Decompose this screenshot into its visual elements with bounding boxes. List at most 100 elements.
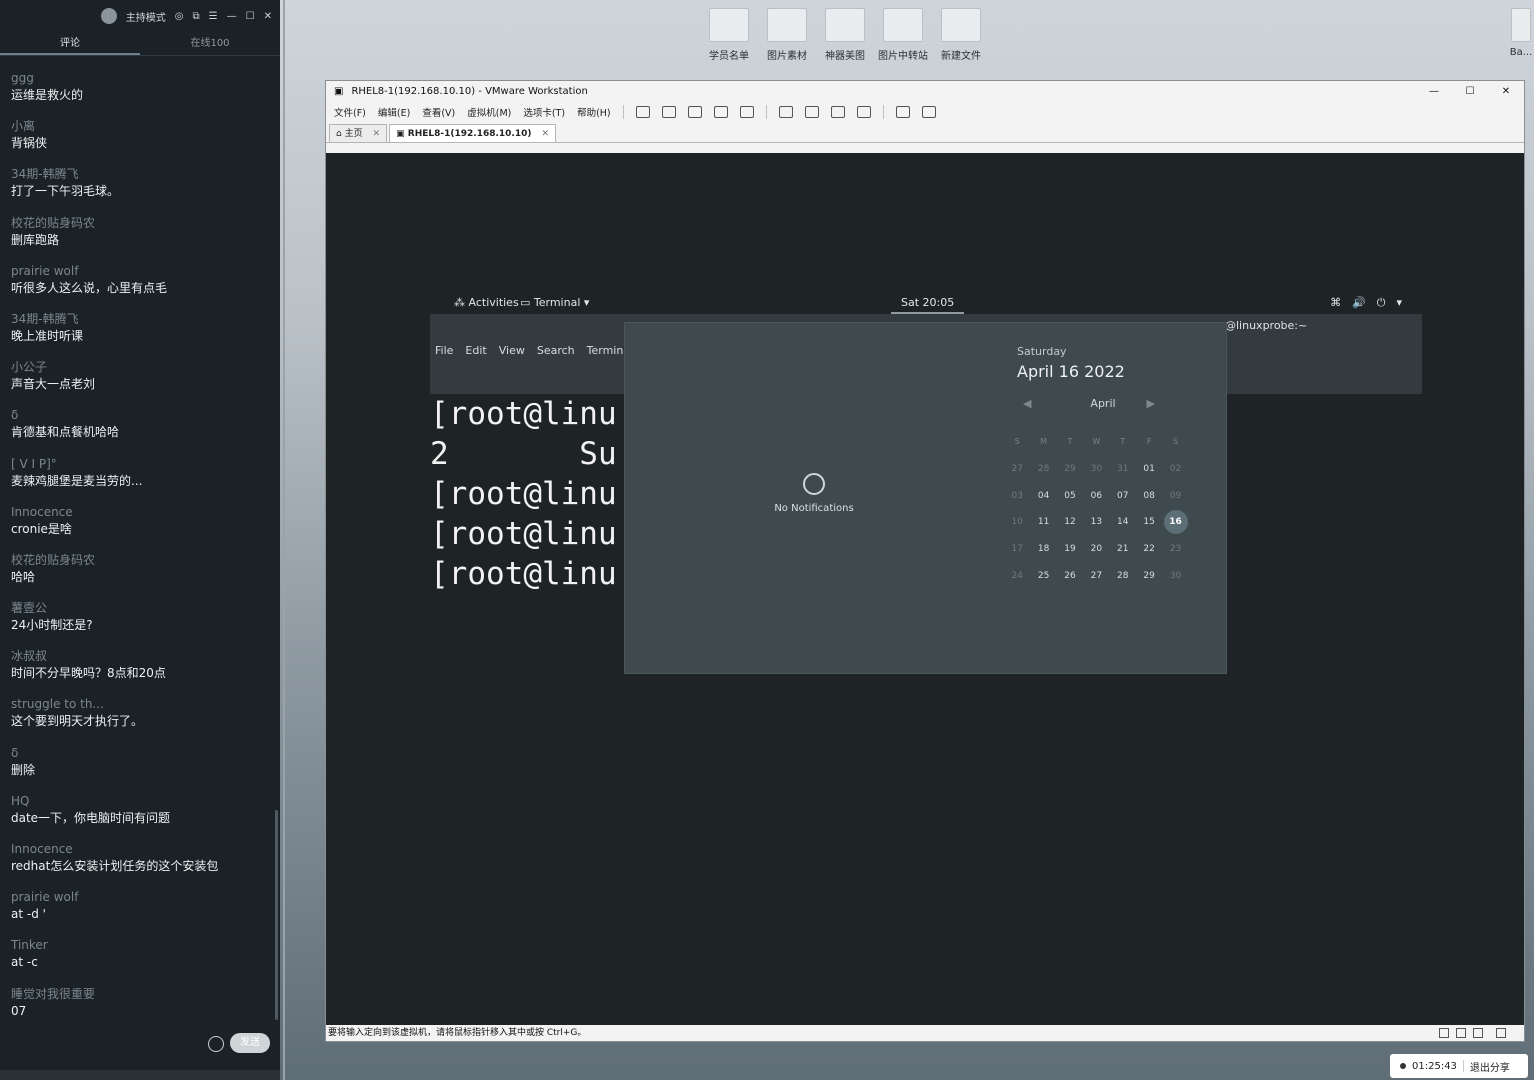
calendar-day[interactable]: 20	[1083, 536, 1109, 563]
send-button[interactable]: 发送	[230, 1033, 270, 1053]
send-keys-icon[interactable]	[661, 106, 676, 118]
menu-view[interactable]: 查看(V)	[422, 105, 455, 119]
clock-button[interactable]: Sat 20:05	[891, 296, 965, 314]
calendar-day[interactable]: 09	[1162, 483, 1188, 510]
calendar-day[interactable]: 12	[1057, 509, 1083, 536]
calendar-day[interactable]: 25	[1030, 563, 1056, 590]
close-icon[interactable]: ✕	[1488, 86, 1524, 97]
calendar-day[interactable]: 13	[1083, 509, 1109, 536]
calendar-day[interactable]: 01	[1136, 456, 1162, 483]
vmware-menubar: 文件(F) 编辑(E) 查看(V) 虚拟机(M) 选项卡(T) 帮助(H)	[326, 101, 1524, 123]
calendar-day[interactable]: 27	[1083, 563, 1109, 590]
calendar-day[interactable]: 24	[1004, 563, 1030, 590]
terminal-menu-edit[interactable]: Edit	[465, 344, 486, 357]
app-menu[interactable]: ▭ Terminal ▾	[520, 296, 589, 309]
calendar-day[interactable]: 30	[1162, 563, 1188, 590]
desktop-icon[interactable]: 图片素材	[758, 8, 816, 62]
thumbnail-view-icon[interactable]	[804, 106, 819, 118]
calendar-day[interactable]: 17	[1004, 536, 1030, 563]
menu-tabs[interactable]: 选项卡(T)	[523, 105, 565, 119]
calendar-date: April 16 2022	[1017, 362, 1125, 381]
vm-screen[interactable]: ⁂ Activities ▭ Terminal ▾ Sat 20:05 ⌘ 🔊 …	[326, 153, 1524, 1025]
calendar-day[interactable]: 04	[1030, 483, 1056, 510]
maximize-icon[interactable]: ☐	[1452, 86, 1488, 97]
fullscreen-icon[interactable]	[830, 106, 845, 118]
calendar-day[interactable]: 22	[1136, 536, 1162, 563]
console-icon[interactable]	[895, 106, 910, 118]
system-tray[interactable]: ⌘ 🔊 ⏻ ▾	[1330, 296, 1402, 310]
usb-icon[interactable]	[1473, 1028, 1483, 1038]
calendar-day[interactable]: 15	[1136, 509, 1162, 536]
calendar-popover: No Notifications Saturday April 16 2022 …	[624, 322, 1227, 674]
desktop-icon[interactable]: 图片中转站	[874, 8, 932, 62]
terminal-menu-view[interactable]: View	[499, 344, 525, 357]
settings-icon[interactable]: ◎	[175, 11, 184, 22]
calendar-day[interactable]: 27	[1004, 456, 1030, 483]
exit-share-button[interactable]: 退出分享	[1470, 1059, 1510, 1074]
desktop-icon[interactable]: 神器美图	[816, 8, 874, 62]
calendar-day[interactable]: 19	[1057, 536, 1083, 563]
calendar-day[interactable]: 23	[1162, 536, 1188, 563]
message-log-icon[interactable]	[1496, 1028, 1506, 1038]
activities-button[interactable]: ⁂ Activities	[454, 296, 519, 309]
calendar-day[interactable]: 07	[1110, 483, 1136, 510]
tab-vm[interactable]: ▣ RHEL8-1(192.168.10.10) ✕	[389, 124, 557, 142]
tab-close-icon[interactable]: ✕	[373, 129, 381, 139]
message-nick: prairie wolf	[11, 890, 79, 905]
tab-online[interactable]: 在线100	[140, 32, 280, 55]
chat-panel: 主持模式 ◎ ⧉ ☰ — ☐ ✕ 评论 在线100 ggg 运维是救火的 小离 背锅…	[0, 0, 280, 1080]
calendar-day[interactable]: 03	[1004, 483, 1030, 510]
terminal-menu-file[interactable]: File	[435, 344, 453, 357]
menu-help[interactable]: 帮助(H)	[577, 105, 611, 119]
unity-icon[interactable]	[856, 106, 871, 118]
library-view-icon[interactable]	[778, 106, 793, 118]
revert-snapshot-icon[interactable]	[713, 106, 728, 118]
calendar-day[interactable]: 16	[1162, 509, 1188, 536]
pause-icon[interactable]	[635, 106, 650, 118]
desktop-icon[interactable]: 新建文件	[932, 8, 990, 62]
calendar-day[interactable]: 28	[1030, 456, 1056, 483]
maximize-icon[interactable]: ☐	[246, 11, 255, 22]
calendar-day[interactable]: 29	[1136, 563, 1162, 590]
snapshot-icon[interactable]	[687, 106, 702, 118]
calendar-day[interactable]: 21	[1110, 536, 1136, 563]
calendar-day[interactable]: 26	[1057, 563, 1083, 590]
calendar-day[interactable]: 30	[1083, 456, 1109, 483]
close-icon[interactable]: ✕	[264, 11, 272, 22]
hdd-icon[interactable]	[1439, 1028, 1449, 1038]
calendar-weekday-header: S	[1014, 437, 1020, 446]
tab-close-icon[interactable]: ✕	[542, 129, 550, 139]
message-nick: 34期-韩腾飞	[11, 311, 79, 326]
menu-edit[interactable]: 编辑(E)	[378, 105, 410, 119]
network-adapter-icon[interactable]	[1456, 1028, 1466, 1038]
calendar-day[interactable]: 18	[1030, 536, 1056, 563]
desktop-icon[interactable]: 学员名单	[700, 8, 758, 62]
tab-home[interactable]: ⌂ 主页 ✕	[329, 124, 388, 142]
menu-vm[interactable]: 虚拟机(M)	[467, 105, 511, 119]
minimize-icon[interactable]: —	[227, 11, 237, 22]
desktop-icon[interactable]: Ba...	[1508, 8, 1534, 58]
calendar-day[interactable]: 29	[1057, 456, 1083, 483]
terminal-menu-search[interactable]: Search	[537, 344, 575, 357]
calendar-day[interactable]: 02	[1162, 456, 1188, 483]
calendar-day[interactable]: 28	[1110, 563, 1136, 590]
menu-file[interactable]: 文件(F)	[334, 105, 366, 119]
chevron-right-icon[interactable]: ▶	[1147, 397, 1155, 410]
tab-comments[interactable]: 评论	[0, 32, 140, 55]
minimize-icon[interactable]: —	[1416, 86, 1452, 97]
tab-label: RHEL8-1(192.168.10.10)	[407, 129, 532, 139]
calendar-day[interactable]: 14	[1110, 509, 1136, 536]
calendar-day[interactable]: 31	[1110, 456, 1136, 483]
calendar-day[interactable]: 10	[1004, 509, 1030, 536]
calendar-day[interactable]: 06	[1083, 483, 1109, 510]
calendar-day[interactable]: 11	[1030, 509, 1056, 536]
chevron-left-icon[interactable]: ◀	[1023, 397, 1031, 410]
menu-icon[interactable]: ☰	[209, 11, 218, 22]
chat-scrollbar[interactable]	[275, 810, 278, 1020]
emoji-icon[interactable]	[208, 1036, 224, 1052]
calendar-day[interactable]: 05	[1057, 483, 1083, 510]
calendar-day[interactable]: 08	[1136, 483, 1162, 510]
popout-icon[interactable]: ⧉	[193, 11, 200, 22]
stretch-icon[interactable]	[921, 106, 936, 118]
snapshot-manager-icon[interactable]	[739, 106, 754, 118]
